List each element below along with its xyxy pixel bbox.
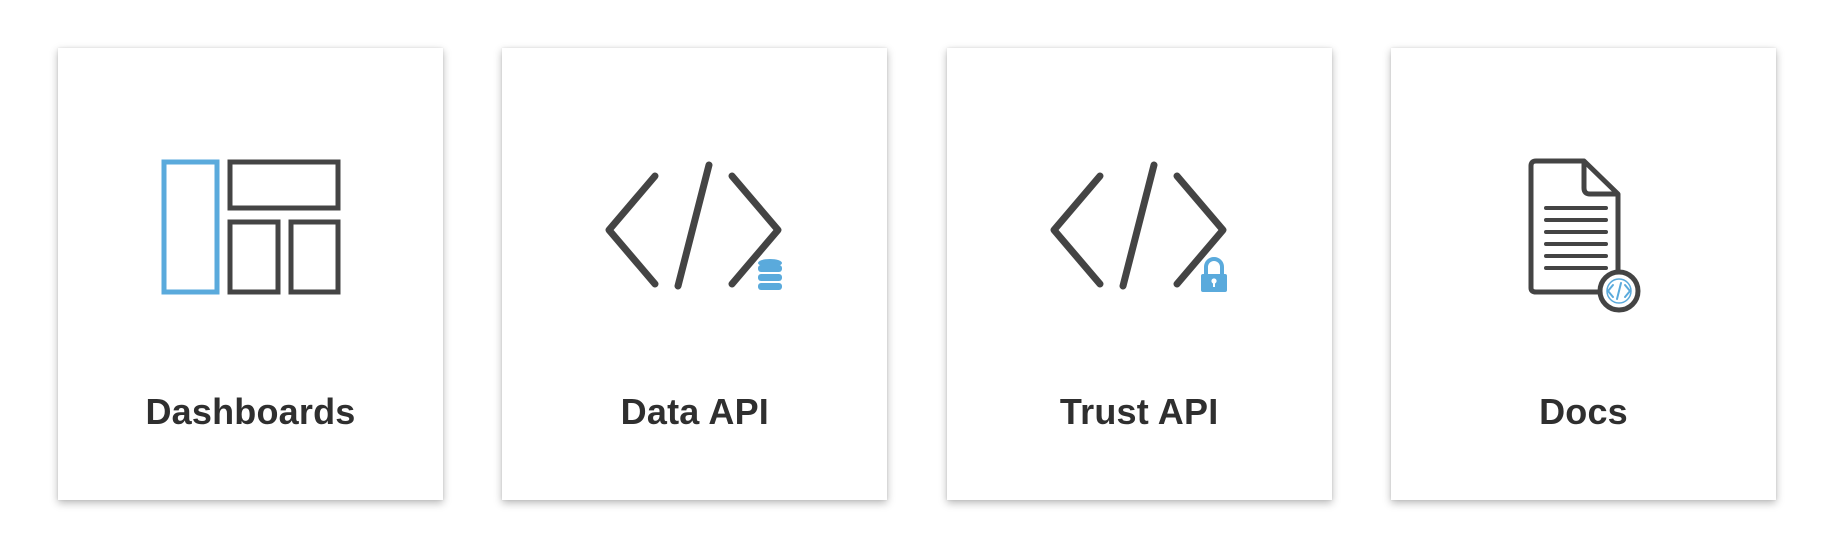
card-dashboards[interactable]: Dashboards <box>58 48 443 500</box>
code-badge-icon <box>1597 269 1641 313</box>
card-data-api[interactable]: Data API <box>502 48 888 500</box>
card-label: Dashboards <box>145 391 356 432</box>
card-label: Data API <box>620 391 769 432</box>
lock-icon <box>1200 257 1227 292</box>
card-label: Trust API <box>1059 391 1219 432</box>
product-cards: Dashboards Data API Trust API Docs <box>58 48 1776 500</box>
card-label: Docs <box>1539 391 1628 432</box>
database-icon <box>758 259 783 290</box>
card-docs[interactable]: Docs <box>1390 48 1776 500</box>
card-trust-api[interactable]: Trust API <box>946 48 1332 500</box>
